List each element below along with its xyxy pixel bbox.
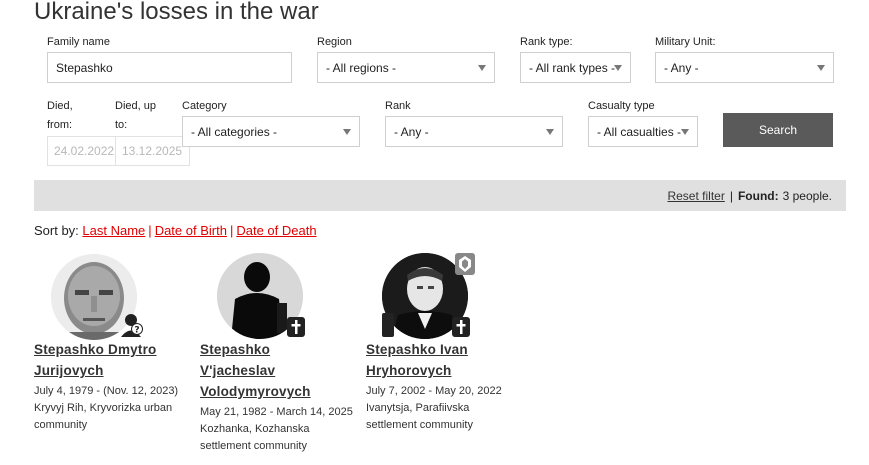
region-label: Region (317, 36, 352, 48)
rank-type-select-value: - All rank types - (529, 60, 616, 75)
died-to-label-line2: to: (115, 119, 128, 131)
person-card: Stepashko Dmytro Jurijovych July 4, 1979… (34, 339, 204, 434)
died-to-input[interactable]: 13.12.2025 (115, 136, 190, 166)
sort-label: Sort by: (34, 223, 79, 238)
category-select-value: - All categories - (191, 124, 278, 139)
category-select[interactable]: - All categories - (182, 116, 360, 147)
candle-icon (382, 313, 394, 337)
person-dates: July 7, 2002 - May 20, 2022 (366, 385, 502, 397)
person-card: Stepashko V'jacheslav Volodymyrovych May… (200, 339, 370, 455)
casualty-type-select[interactable]: - All casualties - (588, 116, 698, 147)
sort-separator: | (148, 223, 152, 238)
sort-date-of-death-link[interactable]: Date of Death (236, 223, 316, 238)
died-to-label-line1: Died, up (115, 100, 156, 112)
person-name-link[interactable]: Stepashko V'jacheslav Volodymyrovych (200, 339, 370, 402)
person-dates: July 4, 1979 - (Nov. 12, 2023) (34, 385, 179, 397)
person-name-line: Stepashko (200, 342, 271, 357)
died-from-label-line2: from: (47, 119, 73, 131)
found-label: Found: (737, 188, 779, 203)
casualty-type-label: Casualty type (588, 100, 655, 112)
chevron-down-icon (343, 128, 351, 135)
family-name-input[interactable]: Stepashko (47, 52, 292, 83)
person-name-line: Jurijovych (34, 363, 104, 378)
chevron-down-icon (614, 64, 622, 71)
person-name-link[interactable]: Stepashko Dmytro Jurijovych (34, 339, 204, 381)
page-title: Ukraine's losses in the war (34, 0, 319, 25)
result-separator: | (729, 188, 733, 203)
chevron-down-icon (478, 64, 486, 71)
category-label: Category (182, 100, 227, 112)
person-name-line: Stepashko Ivan (366, 342, 468, 357)
chevron-down-icon (817, 64, 825, 71)
reset-filter-link[interactable]: Reset filter (667, 189, 724, 203)
person-place-line: settlement community (200, 440, 307, 452)
rank-select[interactable]: - Any - (385, 116, 563, 147)
casualty-type-select-value: - All casualties - (597, 124, 682, 139)
military-unit-label: Military Unit: (655, 36, 716, 48)
person-name-line: Hryhorovych (366, 363, 452, 378)
person-place: Kryvyj Rih, Kryvorizka urban community (34, 400, 204, 434)
person-place-line: Kozhanka, Kozhanska (200, 423, 310, 435)
award-badge-icon (455, 253, 475, 275)
missing-person-icon: ? (121, 314, 143, 337)
rank-type-select[interactable]: - All rank types - (520, 52, 631, 83)
person-place: Ivanytsja, Parafiivska settlement commun… (366, 400, 536, 434)
memorial-cross-icon (452, 317, 470, 337)
military-unit-select-value: - Any - (664, 60, 699, 75)
search-button[interactable]: Search (723, 113, 833, 147)
svg-text:?: ? (134, 326, 139, 336)
person-place: Kozhanka, Kozhanska settlement community (200, 421, 370, 455)
sort-row: Sort by: Last Name | Date of Birth | Date of… (34, 223, 317, 238)
military-unit-select[interactable]: - Any - (655, 52, 834, 83)
sort-separator: | (229, 223, 234, 238)
family-name-label: Family name (47, 36, 110, 48)
died-from-label-line1: Died, (47, 100, 73, 112)
person-name-line: Volodymyrovych (200, 384, 311, 399)
rank-select-value: - Any - (394, 124, 429, 139)
chevron-down-icon (546, 128, 554, 135)
memorial-cross-icon (287, 317, 305, 337)
sort-last-name-link[interactable]: Last Name (82, 223, 145, 238)
result-bar: Reset filter | Found: 3 people. (34, 180, 846, 211)
found-count: 3 people. (782, 188, 832, 203)
region-select-value: - All regions - (326, 60, 397, 75)
person-place-line: Kryvyj Rih, Kryvorizka urban (34, 402, 173, 414)
chevron-down-icon (681, 128, 689, 135)
person-place-line: community (34, 419, 88, 431)
person-name-line: Stepashko Dmytro (34, 342, 157, 357)
person-card: Stepashko Ivan Hryhorovych July 7, 2002 … (366, 339, 536, 434)
rank-type-label: Rank type: (520, 36, 573, 48)
person-name-line: V'jacheslav (200, 363, 276, 378)
person-place-line: settlement community (366, 419, 473, 431)
rank-label: Rank (385, 100, 411, 112)
region-select[interactable]: - All regions - (317, 52, 495, 83)
person-dates: May 21, 1982 - March 14, 2025 (200, 406, 353, 418)
person-place-line: Ivanytsja, Parafiivska (366, 402, 470, 414)
died-from-input[interactable]: 24.02.2022 (47, 136, 116, 166)
person-name-link[interactable]: Stepashko Ivan Hryhorovych (366, 339, 536, 381)
sort-date-of-birth-link[interactable]: Date of Birth (155, 223, 227, 238)
